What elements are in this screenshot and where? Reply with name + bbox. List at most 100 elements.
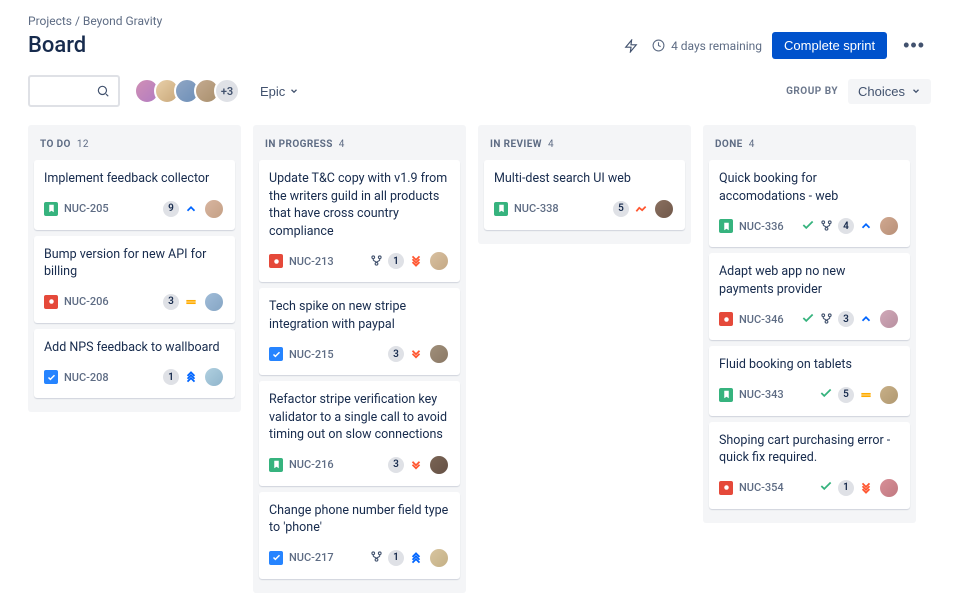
avatar-overflow[interactable]: +3 [214,78,240,104]
group-by-label: GROUP BY [786,86,838,97]
assignee-avatar[interactable] [428,343,450,365]
epic-filter[interactable]: Epic [254,80,305,103]
search-input[interactable] [28,75,120,107]
branch-icon [820,217,833,236]
card-key: NUC-213 [289,255,334,268]
column-name: IN PROGRESS [265,139,333,150]
issue-type-icon [719,312,733,326]
assignee-avatar[interactable] [878,308,900,330]
assignee-avatar[interactable] [878,384,900,406]
column-header[interactable]: TO DO 12 [34,133,235,160]
story-points-badge: 5 [613,201,629,217]
column-count: 4 [548,139,554,150]
priority-icon [409,551,423,565]
issue-type-icon [269,551,283,565]
clock-icon [652,39,665,52]
issue-type-icon [44,202,58,216]
priority-icon [409,347,423,361]
card-key: NUC-208 [64,371,109,384]
page-title: Board [28,33,86,58]
group-by-select[interactable]: Choices [848,79,931,104]
story-points-badge: 3 [838,311,854,327]
column-count: 12 [77,139,89,150]
chevron-down-icon [289,86,299,96]
issue-type-icon [269,347,283,361]
issue-type-icon [494,202,508,216]
done-check-icon [819,385,833,404]
card-title: Add NPS feedback to wallboard [44,339,225,357]
column-done: DONE 4Quick booking for accomodations - … [703,125,916,523]
card[interactable]: Fluid booking on tabletsNUC-3435 [709,346,910,416]
column-in-progress: IN PROGRESS 4Update T&C copy with v1.9 f… [253,125,466,593]
card[interactable]: Shoping cart purchasing error - quick fi… [709,422,910,509]
done-check-icon [801,217,815,236]
column-name: TO DO [40,139,71,150]
complete-sprint-button[interactable]: Complete sprint [772,32,887,59]
automation-icon[interactable] [620,35,642,57]
assignee-avatar[interactable] [203,198,225,220]
column-name: DONE [715,139,743,150]
done-check-icon [819,478,833,497]
branch-icon [370,252,383,271]
card-title: Bump version for new API for billing [44,246,225,281]
assignee-avatar[interactable] [203,291,225,313]
card[interactable]: Update T&C copy with v1.9 from the write… [259,160,460,282]
assignee-avatar[interactable] [203,366,225,388]
priority-icon [859,388,873,402]
story-points-badge: 3 [163,294,179,310]
more-actions-button[interactable]: ••• [897,33,931,58]
card[interactable]: Bump version for new API for billing NUC-… [34,236,235,323]
column-header[interactable]: DONE 4 [709,133,910,160]
assignee-avatar[interactable] [878,477,900,499]
assignee-filter-avatars: +3 [134,78,240,104]
card[interactable]: Implement feedback collectorNUC-2059 [34,160,235,230]
card-title: Fluid booking on tablets [719,356,900,374]
issue-type-icon [719,481,733,495]
card[interactable]: Refactor stripe verification key validat… [259,381,460,486]
card[interactable]: Tech spike on new stripe integration wit… [259,288,460,375]
column-header[interactable]: IN REVIEW 4 [484,133,685,160]
card-key: NUC-346 [739,313,784,326]
breadcrumb-projects[interactable]: Projects [28,14,72,28]
priority-icon [859,481,873,495]
breadcrumb-project[interactable]: Beyond Gravity [83,14,162,28]
card[interactable]: Add NPS feedback to wallboard NUC-208 1 [34,329,235,399]
assignee-avatar[interactable] [428,250,450,272]
card-key: NUC-336 [739,220,784,233]
issue-type-icon [44,295,58,309]
column-count: 4 [749,139,755,150]
issue-type-icon [269,254,283,268]
column-in-review: IN REVIEW 4 Multi-dest search UI web NUC-3… [478,125,691,244]
assignee-avatar[interactable] [653,198,675,220]
issue-type-icon [719,219,733,233]
card-title: Shoping cart purchasing error - quick fi… [719,432,900,467]
search-icon [96,84,110,98]
priority-icon [859,219,873,233]
issue-type-icon [44,370,58,384]
breadcrumb: Projects / Beyond Gravity [28,14,931,28]
assignee-avatar[interactable] [428,454,450,476]
priority-icon [184,295,198,309]
assignee-avatar[interactable] [428,547,450,569]
card-title: Refactor stripe verification key validat… [269,391,450,444]
story-points-badge: 1 [163,369,179,385]
card-title: Adapt web app no new payments provider [719,263,900,298]
story-points-badge: 1 [388,550,404,566]
card-key: NUC-215 [289,348,334,361]
priority-icon [184,370,198,384]
priority-icon [409,254,423,268]
card-title: Multi-dest search UI web [494,170,675,188]
card-key: NUC-338 [514,202,559,215]
story-points-badge: 3 [388,346,404,362]
card[interactable]: Quick booking for accomodations - webNUC… [709,160,910,247]
column-count: 4 [339,139,345,150]
card[interactable]: Multi-dest search UI web NUC-338 5 [484,160,685,230]
assignee-avatar[interactable] [878,215,900,237]
card-key: NUC-217 [289,551,334,564]
column-header[interactable]: IN PROGRESS 4 [259,133,460,160]
story-points-badge: 3 [388,457,404,473]
card[interactable]: Change phone number field type to 'phone… [259,492,460,579]
card-key: NUC-206 [64,295,109,308]
story-points-badge: 9 [163,201,179,217]
card[interactable]: Adapt web app no new payments provider NU… [709,253,910,340]
